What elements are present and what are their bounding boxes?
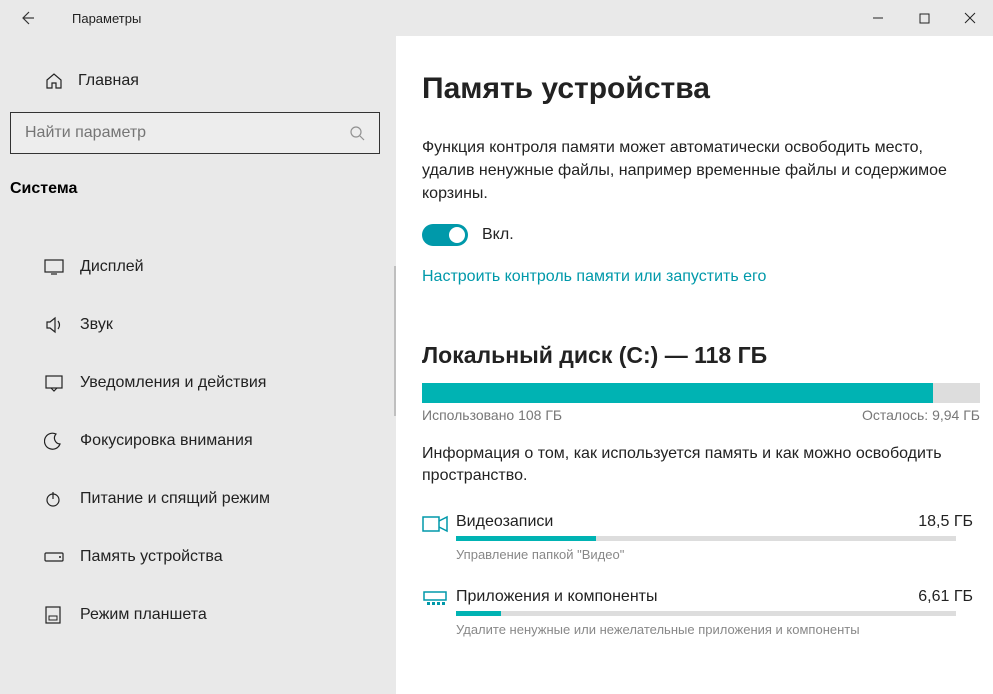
category-sub: Управление папкой "Видео" — [456, 547, 973, 562]
category-videos[interactable]: Видеозаписи 18,5 ГБ Управление папкой "В… — [422, 513, 973, 562]
disk-usage-fill — [422, 383, 933, 403]
configure-storage-sense-link[interactable]: Настроить контроль памяти или запустить … — [422, 268, 766, 286]
apps-icon — [422, 590, 456, 610]
sidebar-nav: Дисплей Звук Уведомления и действия Фоку… — [0, 238, 396, 644]
disk-used-label: Использовано 108 ГБ — [422, 407, 562, 423]
category-bar — [456, 611, 956, 616]
search-input[interactable] — [25, 124, 349, 142]
sidebar-item-power[interactable]: Питание и спящий режим — [0, 470, 396, 528]
sidebar-item-storage[interactable]: Память устройства — [0, 528, 396, 586]
tablet-icon — [44, 606, 66, 624]
category-name: Видеозаписи — [456, 513, 553, 531]
sidebar-item-label: Режим планшета — [80, 606, 207, 624]
moon-icon — [44, 432, 66, 450]
category-size: 6,61 ГБ — [918, 588, 973, 606]
storage-sense-toggle[interactable] — [422, 224, 468, 246]
sidebar-item-sound[interactable]: Звук — [0, 296, 396, 354]
category-name: Приложения и компоненты — [456, 588, 657, 606]
minimize-button[interactable] — [855, 0, 901, 36]
content-pane: Память устройства Функция контроля памят… — [396, 36, 993, 694]
sidebar-home-label: Главная — [78, 72, 139, 90]
window-title: Параметры — [72, 11, 141, 26]
sidebar-item-label: Питание и спящий режим — [80, 490, 270, 508]
sidebar-item-label: Уведомления и действия — [80, 374, 266, 392]
sound-icon — [44, 316, 66, 334]
close-button[interactable] — [947, 0, 993, 36]
sidebar: Главная Система Дисплей Звук Уведомления… — [0, 36, 396, 694]
notifications-icon — [44, 374, 66, 392]
sidebar-item-display[interactable]: Дисплей — [0, 238, 396, 296]
sidebar-home[interactable]: Главная — [0, 58, 396, 104]
sidebar-item-label: Дисплей — [80, 258, 144, 276]
back-button[interactable] — [14, 5, 40, 31]
storage-sense-description: Функция контроля памяти может автоматиче… — [422, 136, 973, 206]
sidebar-item-focus[interactable]: Фокусировка внимания — [0, 412, 396, 470]
storage-categories: Видеозаписи 18,5 ГБ Управление папкой "В… — [422, 513, 973, 637]
search-box[interactable] — [10, 112, 380, 154]
disk-description: Информация о том, как используется памят… — [422, 443, 962, 488]
search-icon — [349, 125, 365, 141]
sidebar-item-label: Фокусировка внимания — [80, 432, 253, 450]
sidebar-item-notifications[interactable]: Уведомления и действия — [0, 354, 396, 412]
display-icon — [44, 259, 66, 275]
category-size: 18,5 ГБ — [918, 513, 973, 531]
home-icon — [44, 71, 66, 91]
sidebar-item-tablet[interactable]: Режим планшета — [0, 586, 396, 644]
scroll-indicator[interactable] — [394, 266, 396, 416]
disk-free-label: Осталось: 9,94 ГБ — [862, 407, 980, 423]
maximize-button[interactable] — [901, 0, 947, 36]
disk-title: Локальный диск (C:) — 118 ГБ — [422, 342, 973, 369]
disk-usage-bar — [422, 383, 980, 403]
video-icon — [422, 515, 456, 533]
storage-icon — [44, 552, 66, 562]
toggle-label: Вкл. — [482, 226, 514, 244]
page-title: Память устройства — [422, 72, 973, 106]
title-bar: Параметры — [0, 0, 993, 36]
sidebar-item-label: Память устройства — [80, 548, 223, 566]
sidebar-category: Система — [0, 170, 396, 210]
category-sub: Удалите ненужные или нежелательные прило… — [456, 622, 973, 637]
sidebar-item-label: Звук — [80, 316, 113, 334]
power-icon — [44, 490, 66, 508]
category-bar — [456, 536, 956, 541]
category-apps[interactable]: Приложения и компоненты 6,61 ГБ Удалите … — [422, 588, 973, 637]
